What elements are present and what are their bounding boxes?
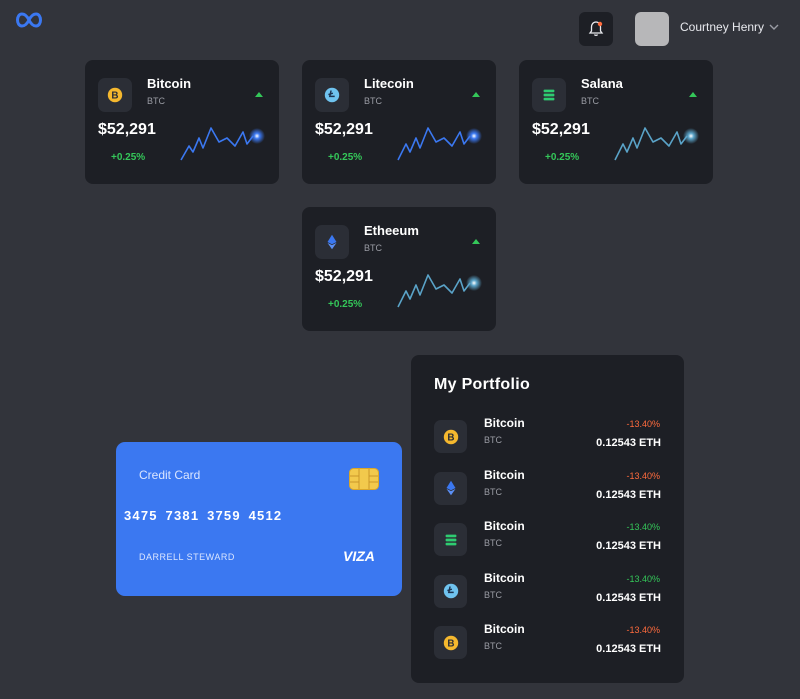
trend-up-icon (255, 92, 263, 97)
card-brand: VIZA (343, 548, 375, 564)
infinity-logo-icon[interactable] (14, 10, 44, 30)
portfolio-row[interactable]: B Bitcoin BTC -13.40% 0.12543 ETH (411, 412, 684, 458)
portfolio-coin-name: Bitcoin (484, 570, 525, 585)
coin-price: $52,291 (315, 121, 373, 138)
coin-change: +0.25% (328, 299, 363, 310)
portfolio-title: My Portfolio (434, 376, 531, 393)
portfolio-change: -13.40% (626, 625, 660, 635)
portfolio-row[interactable]: B Bitcoin BTC -13.40% 0.12543 ETH (411, 618, 684, 664)
solana-icon (532, 78, 566, 112)
trend-up-icon (472, 239, 480, 244)
svg-text:B: B (447, 432, 454, 443)
user-name[interactable]: Courtney Henry (680, 20, 764, 34)
sparkline-chart (614, 127, 699, 161)
svg-text:B: B (447, 638, 454, 649)
coin-symbol: BTC (581, 96, 599, 106)
bitcoin-icon: B (98, 78, 132, 112)
portfolio-coin-symbol: BTC (484, 641, 502, 651)
bitcoin-icon: B (434, 626, 467, 659)
portfolio-row[interactable]: Bitcoin BTC -13.40% 0.12543 ETH (411, 464, 684, 510)
portfolio-coin-name: Bitcoin (484, 467, 525, 482)
portfolio-coin-name: Bitcoin (484, 622, 525, 636)
portfolio-coin-name: Bitcoin (484, 416, 525, 430)
coin-name: Salana (581, 76, 623, 91)
bitcoin-icon: B (434, 420, 467, 453)
coin-price: $52,291 (315, 268, 373, 285)
coin-name: Etheeum (364, 223, 419, 238)
sparkline-chart (397, 127, 482, 161)
coin-change: +0.25% (111, 152, 146, 163)
bell-icon (588, 21, 604, 36)
sparkline-chart (397, 274, 482, 308)
coin-card-litecoin[interactable]: Litecoin BTC $52,291 +0.25% (302, 60, 496, 184)
trend-up-icon (689, 92, 697, 97)
portfolio-coin-symbol: BTC (484, 435, 502, 445)
ethereum-icon (315, 225, 349, 259)
coin-card-salana[interactable]: Salana BTC $52,291 +0.25% (519, 60, 713, 184)
coin-change: +0.25% (545, 152, 580, 163)
coin-name: Litecoin (364, 76, 414, 91)
coin-symbol: BTC (147, 96, 165, 106)
portfolio-amount: 0.12543 ETH (596, 643, 661, 655)
coin-change: +0.25% (328, 152, 363, 163)
portfolio-amount: 0.12543 ETH (596, 591, 661, 604)
coin-price: $52,291 (532, 121, 590, 138)
litecoin-icon (434, 574, 467, 608)
coin-card-bitcoin[interactable]: B Bitcoin BTC $52,291 +0.25% (85, 60, 279, 184)
portfolio-panel: My Portfolio B Bitcoin BTC -13.40% 0.125… (411, 355, 684, 683)
trend-up-icon (472, 92, 480, 97)
credit-card[interactable]: Credit Card 3475 7381 3759 4512 DARRELL … (116, 442, 402, 596)
portfolio-row[interactable]: Bitcoin BTC -13.40% 0.12543 ETH (411, 515, 684, 561)
portfolio-row[interactable]: Bitcoin BTC -13.40% 0.12543 ETH (411, 567, 684, 613)
notification-button[interactable] (579, 12, 613, 46)
portfolio-change: -13.40% (626, 419, 660, 429)
coin-symbol: BTC (364, 96, 382, 106)
portfolio-amount: 0.12543 ETH (596, 488, 661, 501)
coin-name: Bitcoin (147, 76, 192, 91)
ethereum-icon (434, 471, 467, 505)
coin-price: $52,291 (98, 121, 156, 138)
portfolio-change: -13.40% (626, 573, 660, 584)
chevron-down-icon[interactable] (768, 22, 780, 32)
svg-text:B: B (111, 91, 118, 102)
solana-icon (434, 523, 467, 556)
coin-symbol: BTC (364, 243, 382, 253)
portfolio-coin-symbol: BTC (484, 589, 502, 600)
portfolio-amount: 0.12543 ETH (596, 540, 661, 552)
portfolio-amount: 0.12543 ETH (596, 437, 661, 449)
portfolio-coin-symbol: BTC (484, 486, 502, 497)
portfolio-coin-symbol: BTC (484, 538, 502, 548)
litecoin-icon (315, 78, 349, 112)
avatar[interactable] (635, 12, 669, 46)
card-holder: DARRELL STEWARD (139, 552, 235, 562)
coin-card-etheeum[interactable]: Etheeum BTC $52,291 +0.25% (302, 207, 496, 331)
card-number: 3475 7381 3759 4512 (124, 508, 283, 523)
sparkline-chart (180, 127, 265, 161)
portfolio-coin-name: Bitcoin (484, 519, 525, 533)
credit-card-title: Credit Card (139, 468, 201, 482)
portfolio-change: -13.40% (626, 522, 660, 532)
portfolio-change: -13.40% (626, 470, 660, 481)
chip-icon (349, 468, 379, 490)
